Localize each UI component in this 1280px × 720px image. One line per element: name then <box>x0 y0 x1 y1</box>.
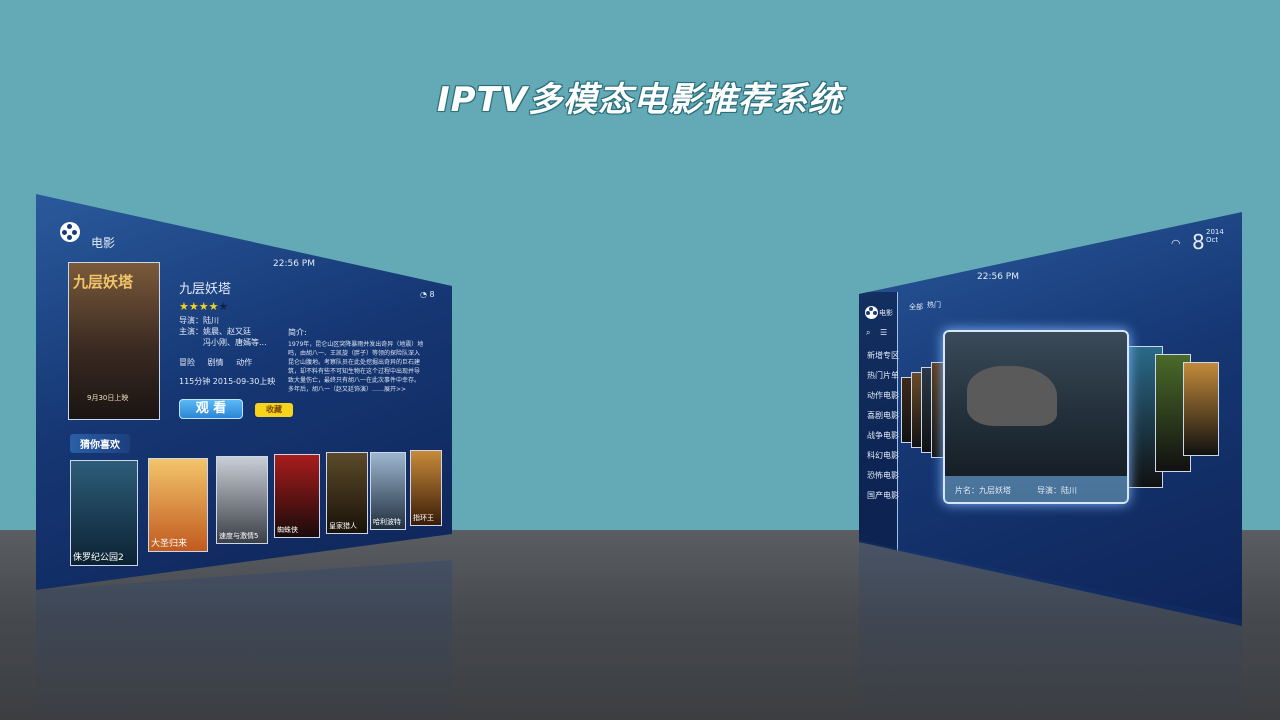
movie-meta: 115分钟 2015-09-30上映 <box>179 377 276 386</box>
wifi-icon: ◠ <box>1171 237 1181 250</box>
genre-list: 冒险 剧情 动作 <box>179 357 252 368</box>
recommendation-label: 侏罗纪公园2 <box>73 553 124 563</box>
sidebar-menu-item[interactable]: 新增专区 <box>867 350 899 361</box>
recommendation-poster[interactable]: 侏罗纪公园2 <box>70 460 138 566</box>
film-reel-icon <box>60 222 80 242</box>
intro-label: 简介: <box>288 328 307 337</box>
poster-date: 9月30日上映 <box>87 394 129 402</box>
status-value: 8 <box>429 290 435 299</box>
intro-text[interactable]: 1979年，昆仑山区突降暴雨并发出奇异（地震）地鸣，由胡八一、王凯旋（胖子）等领… <box>288 340 424 394</box>
sidebar-menu-item[interactable]: 恐怖电影 <box>867 470 899 481</box>
recommendation-poster[interactable]: 速度与激情5 <box>216 456 268 544</box>
date-day: 8 <box>1192 230 1205 254</box>
wifi-icon: ◔ <box>420 290 427 299</box>
date-year: 2014 <box>1206 228 1224 236</box>
list-icon[interactable]: ☰ <box>880 328 887 337</box>
sidebar-menu-item[interactable]: 战争电影 <box>867 430 899 441</box>
star-filled-icon: ★ <box>179 300 189 313</box>
sidebar-menu-item[interactable]: 热门片单 <box>867 370 899 381</box>
featured-movie-card[interactable]: 片名：九层妖塔 导演：陆川 <box>943 330 1129 504</box>
filter-tab-all[interactable]: 全部 <box>909 302 923 312</box>
recommendation-poster[interactable]: 大圣归来 <box>148 458 208 552</box>
director-line: 导演：陆川 <box>179 316 219 325</box>
genre-tag[interactable]: 冒险 <box>179 358 195 367</box>
recommendation-label: 速度与激情5 <box>219 532 259 540</box>
app-title: 电影 <box>879 309 893 317</box>
recommendation-poster[interactable]: 哈利波特 <box>370 452 406 530</box>
recommendation-label: 蜘蛛侠 <box>277 526 298 534</box>
favorite-button[interactable]: 收藏 <box>255 403 293 417</box>
recommendation-label: 指环王 <box>413 514 434 522</box>
recommendation-poster[interactable]: 蜘蛛侠 <box>274 454 320 538</box>
watch-button[interactable]: 观 看 <box>179 399 243 419</box>
recommendation-label: 哈利波特 <box>373 518 401 526</box>
featured-caption-bar: 片名：九层妖塔 导演：陆川 <box>945 476 1127 502</box>
sidebar-menu-item[interactable]: 国产电影 <box>867 490 899 501</box>
movie-poster[interactable]: 九层妖塔 9月30日上映 <box>68 262 160 420</box>
movie-detail-screen: 电影 22:56 PM ◔ 8 九层妖塔 9月30日上映 九层妖塔 ★★★★★ … <box>36 194 452 590</box>
recommendation-poster[interactable]: 皇家猎人 <box>326 452 368 534</box>
film-reel-icon <box>865 306 878 319</box>
filter-tab-hot[interactable]: 热门 <box>927 300 941 310</box>
search-icon[interactable]: ⌕ <box>866 328 870 338</box>
recommend-section-label: 猜你喜欢 <box>70 434 130 453</box>
star-empty-icon: ★ <box>218 300 229 313</box>
featured-title: 片名：九层妖塔 <box>955 486 1011 495</box>
poster-title: 九层妖塔 <box>73 273 134 291</box>
star-filled-icon: ★ <box>208 300 219 313</box>
recommendation-label: 大圣归来 <box>151 539 188 549</box>
genre-tag[interactable]: 剧情 <box>208 358 224 367</box>
recommendation-label: 皇家猎人 <box>329 522 357 530</box>
star-filled-icon: ★ <box>188 300 199 313</box>
recommendation-poster[interactable]: 指环王 <box>410 450 442 526</box>
genre-tag[interactable]: 动作 <box>236 358 252 367</box>
cast-line-1: 主演：姚晨、赵又廷 <box>179 327 251 336</box>
sidebar-menu-item[interactable]: 动作电影 <box>867 390 899 401</box>
rating-stars: ★★★★★ <box>179 295 228 314</box>
page-title: IPTV多模态电影推荐系统 <box>436 80 844 120</box>
featured-still-creature <box>967 366 1057 426</box>
clock: 22:56 PM <box>273 259 315 269</box>
clock: 22:56 PM <box>977 272 1019 282</box>
sidebar-menu-item[interactable]: 科幻电影 <box>867 450 899 461</box>
app-title: 电影 <box>91 236 116 250</box>
sidebar-menu-item[interactable]: 喜剧电影 <box>867 410 899 421</box>
cast-line-2: 冯小刚、唐嫣等... <box>203 338 267 347</box>
date-month: Oct <box>1206 236 1219 244</box>
star-filled-icon: ★ <box>198 300 209 313</box>
featured-director: 导演：陆川 <box>1037 486 1077 495</box>
status-indicator: ◔ 8 <box>420 290 435 299</box>
carousel-poster[interactable] <box>1183 362 1219 456</box>
